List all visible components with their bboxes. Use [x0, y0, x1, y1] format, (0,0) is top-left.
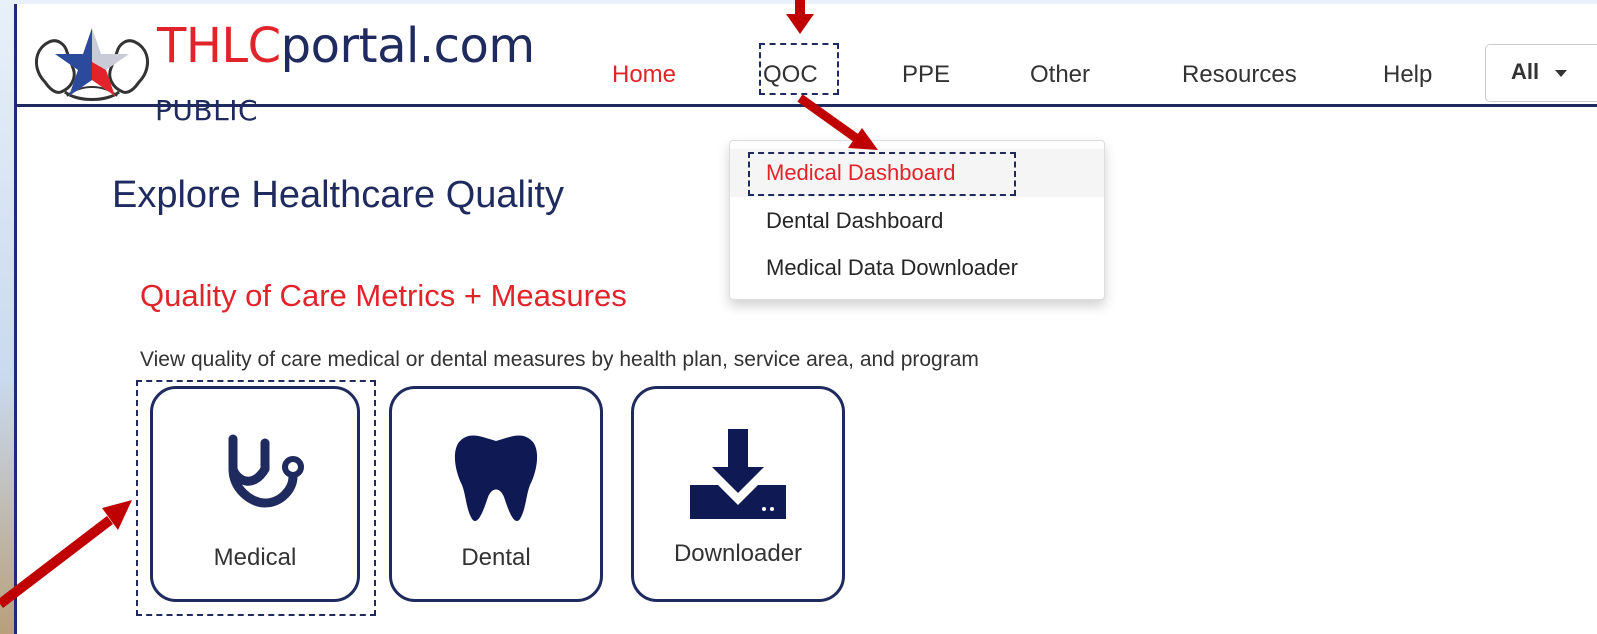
menu-item-dental-dashboard[interactable]: Dental Dashboard [766, 207, 943, 235]
nav-help[interactable]: Help [1383, 60, 1432, 90]
logo-wordmark-rest: portal.com [280, 18, 535, 74]
filter-select-value: All [1511, 59, 1540, 84]
nav-resources[interactable]: Resources [1182, 60, 1297, 90]
window-edge [0, 0, 14, 634]
page-title: Explore Healthcare Quality [112, 174, 564, 216]
card-dental[interactable]: Dental [389, 386, 603, 602]
caret-down-icon [1555, 70, 1567, 77]
logo-star-hands-icon[interactable] [27, 22, 157, 104]
annotation-box-medical-dashboard [748, 152, 1016, 196]
card-downloader-label: Downloader [673, 540, 803, 567]
filter-select[interactable]: All [1485, 44, 1597, 102]
card-downloader[interactable]: Downloader [631, 386, 845, 602]
annotation-box-qoc [759, 43, 839, 95]
nav-other[interactable]: Other [1030, 60, 1090, 90]
section-description: View quality of care medical or dental m… [140, 348, 979, 371]
nav-ppe[interactable]: PPE [902, 60, 950, 90]
arrow-to-medical-card-head [102, 500, 132, 530]
section-title: Quality of Care Metrics + Measures [140, 278, 627, 313]
download-icon [690, 429, 786, 519]
tooth-icon [454, 435, 538, 521]
logo-subtitle: PUBLIC [155, 94, 258, 127]
logo-wordmark-red: THLC [157, 18, 281, 74]
card-dental-label: Dental [461, 544, 531, 571]
nav-home[interactable]: Home [612, 60, 676, 90]
menu-item-medical-data-downloader[interactable]: Medical Data Downloader [766, 254, 1018, 282]
annotation-box-medical-card [136, 380, 376, 616]
logo-wordmark[interactable]: THLCportal.com [157, 18, 535, 74]
